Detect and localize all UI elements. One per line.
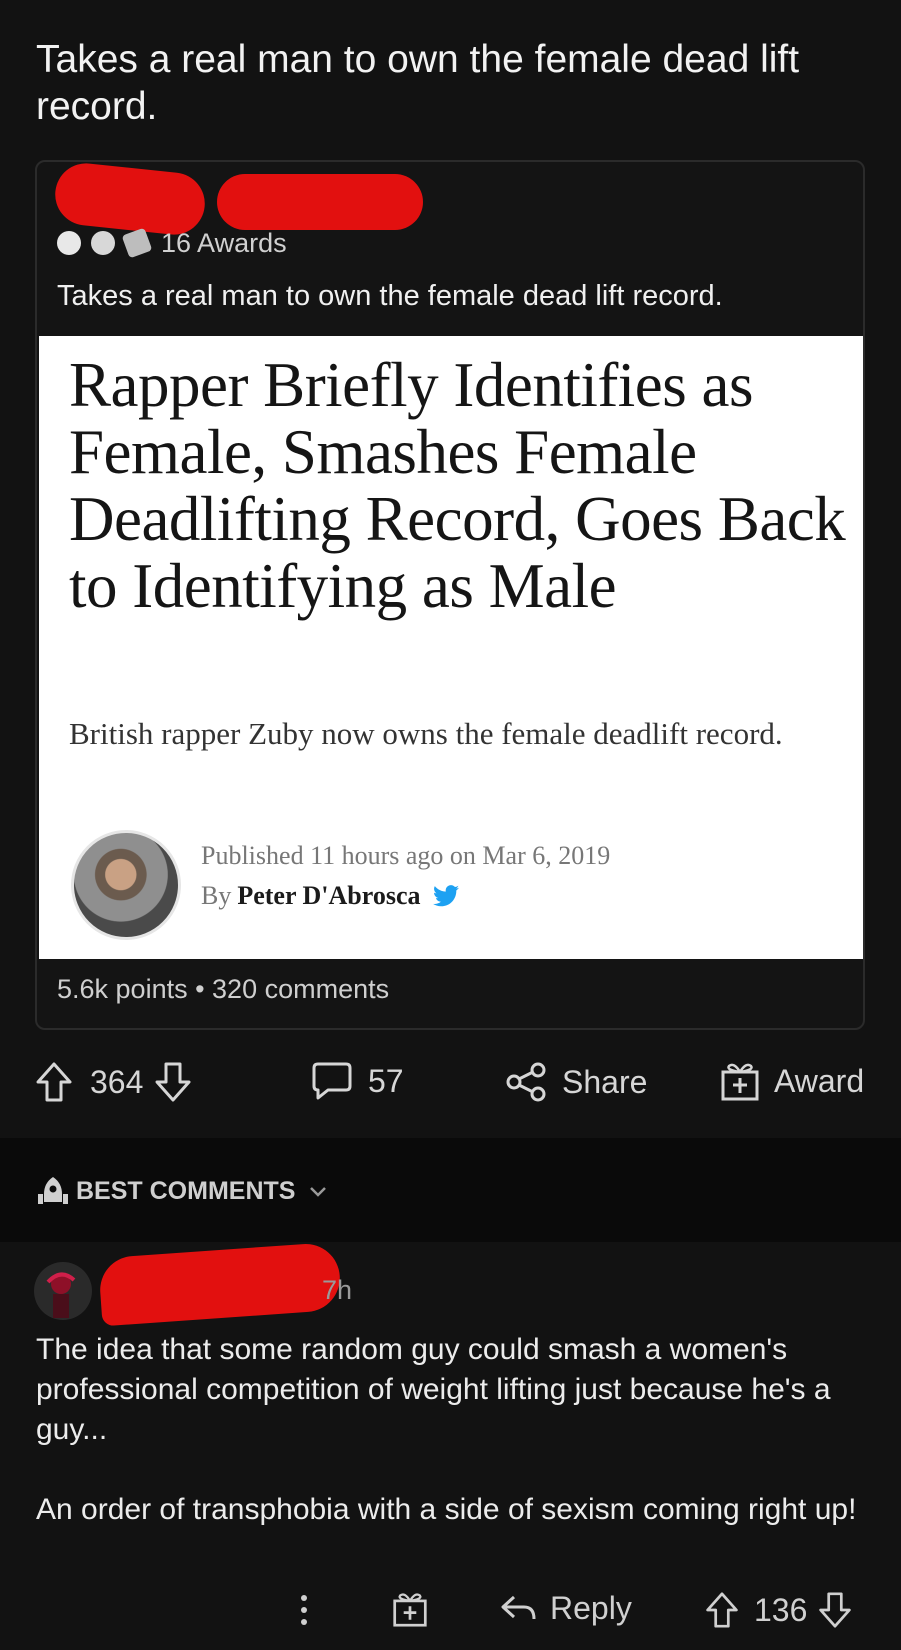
- crosspost-stats: 5.6k points • 320 comments: [57, 974, 390, 1004]
- share-button[interactable]: Share: [504, 1060, 647, 1104]
- reply-label: Reply: [550, 1590, 632, 1626]
- redacted-username: [52, 160, 208, 238]
- twitter-icon: [432, 885, 459, 907]
- awards-count: 16 Awards: [161, 227, 287, 258]
- crosspost-title: Takes a real man to own the female dead …: [57, 280, 723, 312]
- upvote-count: 364: [90, 1063, 144, 1100]
- reply-arrow-icon: [501, 1595, 536, 1619]
- comment-vote-group: 136: [704, 1590, 853, 1630]
- downvote-icon[interactable]: [153, 1060, 193, 1104]
- vote-group: 364: [34, 1060, 193, 1104]
- reply-button[interactable]: Reply: [498, 1590, 632, 1627]
- author-name: Peter D'Abrosca: [237, 881, 421, 910]
- share-label: Share: [562, 1063, 648, 1100]
- comments-button[interactable]: 57: [310, 1060, 404, 1102]
- article-headline: Rapper Briefly Identifies as Female, Sma…: [69, 350, 846, 621]
- comment-award-button[interactable]: [392, 1590, 428, 1628]
- sort-dropdown[interactable]: BEST COMMENTS: [36, 1174, 329, 1208]
- award-button[interactable]: Award: [720, 1060, 864, 1102]
- author-avatar: [71, 830, 181, 940]
- comment-body: The idea that some random guy could smas…: [36, 1330, 876, 1530]
- crosspost-card[interactable]: 16 Awards Takes a real man to own the fe…: [35, 160, 865, 1030]
- comment-paragraph: An order of transphobia with a side of s…: [36, 1493, 857, 1526]
- redacted-subreddit: [217, 174, 423, 230]
- avatar-figure-icon: [46, 1272, 76, 1318]
- comment-bubble-icon: [312, 1062, 352, 1100]
- comment-action-bar: Reply 136: [0, 1590, 901, 1646]
- awards-row[interactable]: 16 Awards: [57, 227, 287, 259]
- commenter-avatar[interactable]: [34, 1262, 92, 1320]
- comment-score: 136: [754, 1591, 808, 1628]
- redacted-commenter-name: [97, 1241, 343, 1327]
- article-subheading: British rapper Zuby now owns the female …: [69, 716, 783, 751]
- comment-timestamp: 7h: [322, 1275, 353, 1305]
- wholesome-award-icon: [57, 231, 81, 255]
- silver-award-icon: [91, 231, 115, 255]
- article-byline: By Peter D'Abrosca: [201, 881, 459, 911]
- comment-count: 57: [368, 1062, 404, 1099]
- comment-more-button[interactable]: [296, 1590, 312, 1630]
- chevron-down-icon: [310, 1187, 327, 1197]
- upvote-icon[interactable]: [34, 1060, 74, 1104]
- hugz-award-icon: [121, 227, 153, 259]
- comment-paragraph: The idea that some random guy could smas…: [36, 1333, 831, 1446]
- upvote-icon[interactable]: [704, 1590, 740, 1630]
- article-published-date: Published 11 hours ago on Mar 6, 2019: [201, 841, 611, 870]
- post-title: Takes a real man to own the female dead …: [36, 38, 800, 128]
- article-screenshot[interactable]: Rapper Briefly Identifies as Female, Sma…: [39, 336, 863, 959]
- more-vertical-icon: [301, 1595, 307, 1625]
- sort-label: BEST COMMENTS: [76, 1176, 296, 1205]
- byline-prefix: By: [201, 881, 232, 910]
- share-icon: [506, 1062, 546, 1102]
- gift-icon: [721, 1063, 759, 1101]
- rocket-icon: [38, 1177, 68, 1204]
- gift-icon: [393, 1593, 427, 1627]
- award-label: Award: [774, 1062, 865, 1099]
- downvote-icon[interactable]: [817, 1590, 853, 1630]
- post-action-bar: 364 57 Share Award: [34, 1060, 874, 1130]
